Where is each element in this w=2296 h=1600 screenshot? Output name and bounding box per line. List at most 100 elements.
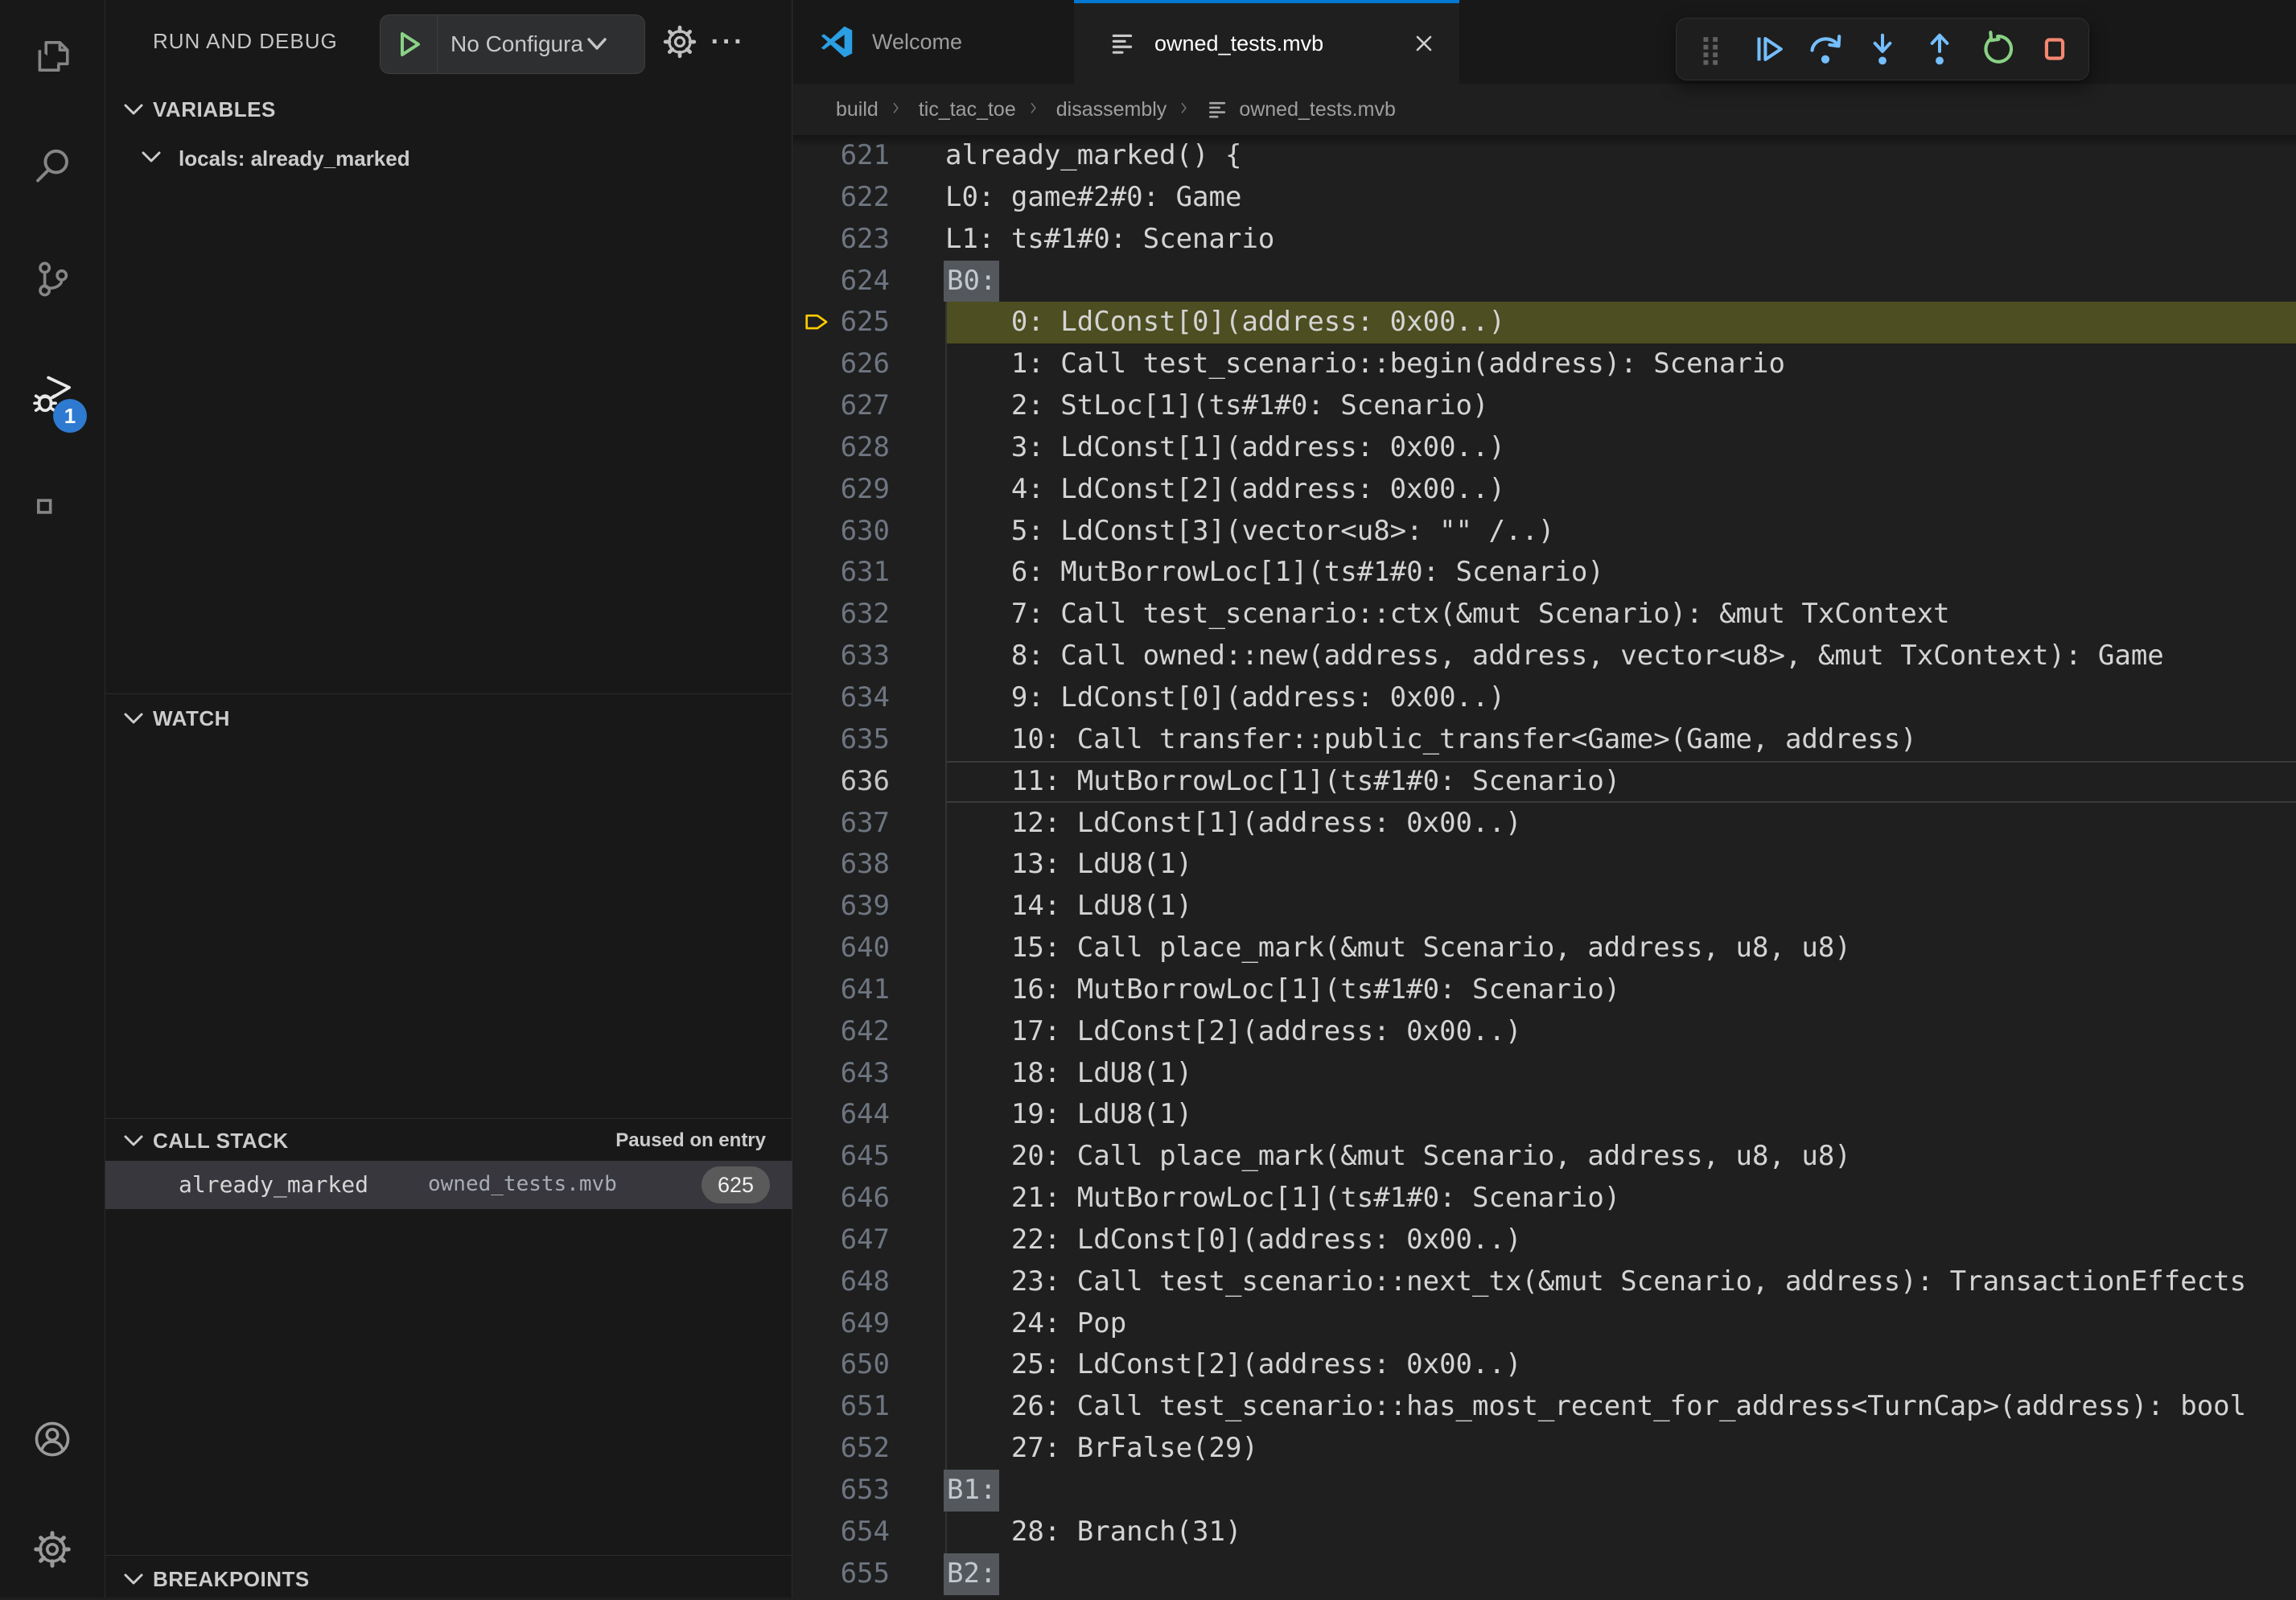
views-more-actions-icon[interactable]: ··· (707, 21, 749, 63)
code-line-646[interactable]: 646 21: MutBorrowLoc[1](ts#1#0: Scenario… (793, 1178, 2296, 1220)
gutter[interactable]: 647 (793, 1220, 945, 1261)
gutter[interactable]: 622 (793, 177, 945, 219)
code-line-642[interactable]: 642 17: LdConst[2](address: 0x00..) (793, 1011, 2296, 1053)
code-line-632[interactable]: 632 7: Call test_scenario::ctx(&mut Scen… (793, 594, 2296, 635)
tab-owned-tests-mvb[interactable]: owned_tests.mvb (1074, 0, 1459, 84)
code-line-622[interactable]: 622L0: game#2#0: Game (793, 177, 2296, 219)
code-line-654[interactable]: 654 28: Branch(31) (793, 1512, 2296, 1553)
code-line-631[interactable]: 631 6: MutBorrowLoc[1](ts#1#0: Scenario) (793, 552, 2296, 594)
launch-configuration-dropdown[interactable]: No Configura (380, 14, 645, 74)
breadcrumb-item-disassembly[interactable]: disassembly (1056, 98, 1167, 121)
code-line-641[interactable]: 641 16: MutBorrowLoc[1](ts#1#0: Scenario… (793, 969, 2296, 1011)
breadcrumb-item-build[interactable]: build (836, 98, 878, 121)
gutter[interactable]: 652 (793, 1428, 945, 1470)
breadcrumb-item-tic-tac-toe[interactable]: tic_tac_toe (919, 98, 1016, 121)
code-line-628[interactable]: 628 3: LdConst[1](address: 0x00..) (793, 427, 2296, 469)
code-line-639[interactable]: 639 14: LdU8(1) (793, 886, 2296, 928)
code-line-634[interactable]: 634 9: LdConst[0](address: 0x00..) (793, 677, 2296, 719)
continue-button[interactable] (1745, 26, 1792, 72)
code-line-627[interactable]: 627 2: StLoc[1](ts#1#0: Scenario) (793, 385, 2296, 427)
code-line-643[interactable]: 643 18: LdU8(1) (793, 1053, 2296, 1095)
gutter[interactable]: 631 (793, 552, 945, 594)
gutter[interactable]: 644 (793, 1094, 945, 1136)
code-line-653[interactable]: 653B1: (793, 1470, 2296, 1512)
gutter[interactable]: 641 (793, 969, 945, 1011)
step-over-button[interactable] (1802, 26, 1849, 72)
code-line-633[interactable]: 633 8: Call owned::new(address, address,… (793, 635, 2296, 677)
code-line-629[interactable]: 629 4: LdConst[2](address: 0x00..) (793, 469, 2296, 511)
call-stack-section-header[interactable]: CALL STACK Paused on entry (105, 1120, 792, 1162)
gutter[interactable]: 623 (793, 219, 945, 261)
code-editor[interactable]: 621already_marked() {622L0: game#2#0: Ga… (793, 135, 2296, 1598)
gutter[interactable]: 636 (793, 761, 945, 803)
code-line-630[interactable]: 630 5: LdConst[3](vector<u8>: "" /..) (793, 511, 2296, 553)
activity-item-account[interactable] (0, 1397, 105, 1481)
gutter[interactable]: 653 (793, 1470, 945, 1512)
gutter[interactable]: 628 (793, 427, 945, 469)
gutter[interactable]: 639 (793, 886, 945, 928)
variables-section-header[interactable]: VARIABLES (105, 88, 792, 130)
gutter[interactable]: 626 (793, 343, 945, 385)
stop-button[interactable] (2031, 26, 2078, 72)
restart-button[interactable] (1974, 26, 2021, 72)
breakpoints-section-header[interactable]: BREAKPOINTS (105, 1558, 792, 1600)
activity-item-settings[interactable] (0, 1507, 105, 1591)
activity-item-search[interactable] (0, 123, 105, 207)
activity-item-source-control[interactable] (0, 237, 105, 321)
gutter[interactable]: 624 (793, 261, 945, 302)
gutter[interactable]: 629 (793, 469, 945, 511)
activity-item-explorer[interactable] (0, 14, 105, 98)
gutter[interactable]: 655 (793, 1553, 945, 1595)
tab-welcome[interactable]: Welcome (793, 0, 1074, 84)
gutter[interactable]: 632 (793, 594, 945, 635)
breadcrumb-item-owned-tests-mvb[interactable]: owned_tests.mvb (1239, 98, 1396, 121)
code-line-650[interactable]: 650 25: LdConst[2](address: 0x00..) (793, 1344, 2296, 1386)
code-line-625[interactable]: 625 0: LdConst[0](address: 0x00..) (793, 302, 2296, 343)
code-line-651[interactable]: 651 26: Call test_scenario::has_most_rec… (793, 1386, 2296, 1428)
code-line-645[interactable]: 645 20: Call place_mark(&mut Scenario, a… (793, 1136, 2296, 1178)
debug-settings-gear-icon[interactable] (659, 21, 701, 63)
gutter[interactable]: 630 (793, 511, 945, 553)
code-line-652[interactable]: 652 27: BrFalse(29) (793, 1428, 2296, 1470)
code-line-648[interactable]: 648 23: Call test_scenario::next_tx(&mut… (793, 1261, 2296, 1303)
gutter[interactable]: 638 (793, 844, 945, 886)
code-line-637[interactable]: 637 12: LdConst[1](address: 0x00..) (793, 803, 2296, 845)
activity-item-extensions[interactable] (0, 462, 105, 545)
gutter[interactable]: 643 (793, 1053, 945, 1095)
code-line-623[interactable]: 623L1: ts#1#0: Scenario (793, 219, 2296, 261)
code-line-640[interactable]: 640 15: Call place_mark(&mut Scenario, a… (793, 928, 2296, 969)
code-line-655[interactable]: 655B2: (793, 1553, 2296, 1595)
start-debugging-icon[interactable] (398, 31, 422, 58)
close-icon[interactable] (1406, 26, 1442, 61)
gutter[interactable]: 640 (793, 928, 945, 969)
code-line-647[interactable]: 647 22: LdConst[0](address: 0x00..) (793, 1220, 2296, 1261)
code-line-635[interactable]: 635 10: Call transfer::public_transfer<G… (793, 719, 2296, 761)
gutter[interactable]: 634 (793, 677, 945, 719)
call-stack-frame-row[interactable]: already_marked owned_tests.mvb 625 (105, 1161, 792, 1209)
code-line-644[interactable]: 644 19: LdU8(1) (793, 1094, 2296, 1136)
gutter[interactable]: 646 (793, 1178, 945, 1220)
code-line-626[interactable]: 626 1: Call test_scenario::begin(address… (793, 343, 2296, 385)
step-out-button[interactable] (1916, 26, 1963, 72)
gutter[interactable]: 650 (793, 1344, 945, 1386)
code-line-636[interactable]: 636 11: MutBorrowLoc[1](ts#1#0: Scenario… (793, 761, 2296, 803)
gutter[interactable]: 633 (793, 635, 945, 677)
gutter[interactable]: 642 (793, 1011, 945, 1053)
watch-section-header[interactable]: WATCH (105, 697, 792, 739)
gutter[interactable]: 621 (793, 135, 945, 177)
code-line-649[interactable]: 649 24: Pop (793, 1303, 2296, 1345)
gutter[interactable]: 625 (793, 302, 945, 343)
code-line-638[interactable]: 638 13: LdU8(1) (793, 844, 2296, 886)
gutter[interactable]: 654 (793, 1512, 945, 1553)
drag-handle[interactable] (1687, 26, 1734, 72)
code-line-624[interactable]: 624B0: (793, 261, 2296, 302)
gutter[interactable]: 627 (793, 385, 945, 427)
variables-scope-locals[interactable]: locals: already_marked (105, 138, 792, 180)
gutter[interactable]: 645 (793, 1136, 945, 1178)
gutter[interactable]: 635 (793, 719, 945, 761)
gutter[interactable]: 651 (793, 1386, 945, 1428)
code-line-621[interactable]: 621already_marked() { (793, 135, 2296, 177)
activity-item-run-and-debug[interactable]: 1 (0, 352, 105, 435)
gutter[interactable]: 637 (793, 803, 945, 845)
step-into-button[interactable] (1859, 26, 1906, 72)
